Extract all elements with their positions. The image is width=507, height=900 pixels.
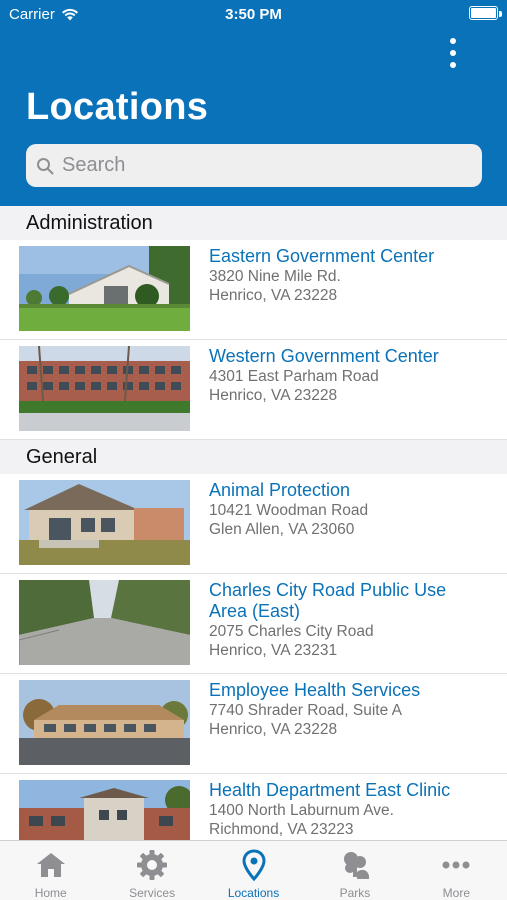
tab-more[interactable]: More <box>406 841 507 900</box>
tab-services[interactable]: Services <box>101 841 202 900</box>
government-building-photo <box>19 246 190 331</box>
more-options-button[interactable] <box>446 38 460 68</box>
list-item[interactable]: Western Government Center 4301 East Parh… <box>0 340 507 440</box>
list-item[interactable]: Eastern Government Center 3820 Nine Mile… <box>0 240 507 340</box>
location-info: Eastern Government Center 3820 Nine Mile… <box>209 246 499 305</box>
low-building-photo <box>19 680 190 765</box>
list-item[interactable]: Employee Health Services 7740 Shrader Ro… <box>0 674 507 774</box>
map-pin-icon <box>242 849 266 882</box>
location-info: Animal Protection 10421 Woodman Road Gle… <box>209 480 499 539</box>
road-trees-photo <box>19 580 190 665</box>
parks-icon <box>343 852 369 879</box>
list-item[interactable]: Charles City Road Public Use Area (East)… <box>0 574 507 674</box>
location-address-line1: 2075 Charles City Road <box>209 623 374 640</box>
location-address-line2: Richmond, VA 23223 <box>209 821 354 838</box>
search-bar[interactable] <box>26 144 482 187</box>
location-address-line1: 1400 North Laburnum Ave. <box>209 802 394 819</box>
location-info: Charles City Road Public Use Area (East)… <box>209 580 499 660</box>
dot-icon <box>450 50 456 56</box>
page-title: Locations <box>26 86 209 128</box>
location-name: Western Government Center <box>209 346 439 366</box>
location-address-line2: Glen Allen, VA 23060 <box>209 521 355 538</box>
header: Carrier 3:50 PM Locations <box>0 0 507 206</box>
search-input[interactable] <box>62 154 462 177</box>
location-address-line2: Henrico, VA 23228 <box>209 721 338 738</box>
location-address-line1: 3820 Nine Mile Rd. <box>209 268 341 285</box>
location-name: Eastern Government Center <box>209 246 435 266</box>
gear-icon <box>137 850 168 880</box>
locations-list[interactable]: Administration Eastern Government Center… <box>0 206 507 840</box>
tab-label: Locations <box>227 886 280 900</box>
location-name: Health Department East Clinic <box>209 780 451 800</box>
battery-tip <box>499 11 502 17</box>
list-item[interactable]: Animal Protection 10421 Woodman Road Gle… <box>0 474 507 574</box>
dot-icon <box>450 62 456 68</box>
location-address-line2: Henrico, VA 23231 <box>209 642 338 659</box>
location-address-line1: 4301 East Parham Road <box>209 368 379 385</box>
clinic-building-photo <box>19 780 190 840</box>
location-name: Charles City Road Public Use <box>209 580 447 600</box>
location-info: Health Department East Clinic 1400 North… <box>209 780 499 839</box>
status-bar: Carrier 3:50 PM <box>0 0 507 28</box>
tab-label: Parks <box>339 886 371 900</box>
location-address-line2: Henrico, VA 23228 <box>209 287 338 304</box>
shelter-building-photo <box>19 480 190 565</box>
home-icon <box>36 853 65 877</box>
tab-locations[interactable]: Locations <box>203 841 304 900</box>
location-address-line1: 7740 Shrader Road, Suite A <box>209 702 403 719</box>
tab-label: Home <box>34 886 67 900</box>
battery-icon <box>469 6 498 20</box>
brick-office-photo <box>19 346 190 431</box>
location-info: Western Government Center 4301 East Parh… <box>209 346 499 405</box>
location-address-line2: Henrico, VA 23228 <box>209 387 338 404</box>
list-item[interactable]: Health Department East Clinic 1400 North… <box>0 774 507 840</box>
status-time: 3:50 PM <box>225 6 282 23</box>
location-address-line1: 10421 Woodman Road <box>209 502 369 519</box>
location-name-continued: Area (East) <box>209 601 301 621</box>
tab-label: Services <box>129 886 176 900</box>
tab-bar: Home Services Locations Parks More <box>0 840 507 900</box>
tab-home[interactable]: Home <box>0 841 101 900</box>
tab-label: More <box>442 886 470 900</box>
location-name: Employee Health Services <box>209 680 421 700</box>
more-icon <box>442 861 470 869</box>
section-header-administration: Administration <box>0 206 507 240</box>
search-icon <box>37 157 54 174</box>
dot-icon <box>450 38 456 44</box>
location-name: Animal Protection <box>209 480 351 500</box>
section-header-general: General <box>0 440 507 474</box>
location-info: Employee Health Services 7740 Shrader Ro… <box>209 680 499 739</box>
tab-parks[interactable]: Parks <box>304 841 405 900</box>
